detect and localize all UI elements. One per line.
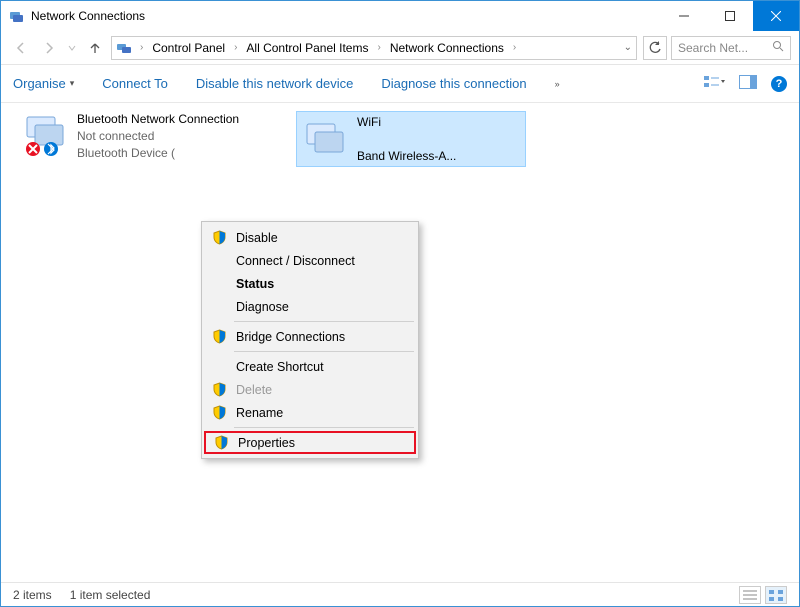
view-options-icon[interactable] xyxy=(703,74,725,93)
location-icon xyxy=(116,40,134,56)
connect-to-button[interactable]: Connect To xyxy=(102,76,168,91)
wifi-adapter-icon xyxy=(301,114,349,162)
back-button[interactable] xyxy=(9,36,33,60)
shield-icon xyxy=(210,381,228,399)
overflow-chevron-icon[interactable]: » xyxy=(555,79,560,89)
app-icon xyxy=(9,8,25,24)
refresh-button[interactable] xyxy=(643,36,667,60)
adapter-bluetooth[interactable]: Bluetooth Network Connection Not connect… xyxy=(21,111,261,162)
chevron-right-icon: › xyxy=(509,42,520,53)
adapter-name: Bluetooth Network Connection xyxy=(77,111,239,128)
ctx-rename[interactable]: Rename xyxy=(204,401,416,424)
search-placeholder: Search Net... xyxy=(678,41,768,55)
ctx-disable[interactable]: Disable xyxy=(204,226,416,249)
separator xyxy=(234,427,414,428)
adapter-status xyxy=(357,131,456,148)
adapter-wifi[interactable]: WiFi Band Wireless-A... xyxy=(296,111,526,167)
ctx-status[interactable]: Status xyxy=(204,272,416,295)
organise-menu[interactable]: Organise▾ xyxy=(13,76,74,91)
adapter-device: Band Wireless-A... xyxy=(357,148,456,164)
shield-icon xyxy=(210,404,228,422)
window-title: Network Connections xyxy=(31,9,661,23)
adapter-name: WiFi xyxy=(357,114,456,131)
up-button[interactable] xyxy=(83,36,107,60)
separator xyxy=(234,321,414,322)
close-button[interactable] xyxy=(753,1,799,31)
maximize-button[interactable] xyxy=(707,1,753,31)
search-icon xyxy=(772,40,784,55)
minimize-button[interactable] xyxy=(661,1,707,31)
history-dropdown-icon[interactable]: ⌄ xyxy=(624,42,632,53)
adapter-status: Not connected xyxy=(77,128,239,145)
bluetooth-adapter-icon xyxy=(21,111,69,159)
selection-count: 1 item selected xyxy=(70,588,151,602)
address-bar-row: › Control Panel › All Control Panel Item… xyxy=(1,31,799,65)
adapter-device: Bluetooth Device ( xyxy=(77,145,239,162)
command-bar: Organise▾ Connect To Disable this networ… xyxy=(1,65,799,103)
forward-button[interactable] xyxy=(37,36,61,60)
separator xyxy=(234,351,414,352)
content-area: Bluetooth Network Connection Not connect… xyxy=(1,103,799,588)
shield-icon xyxy=(210,229,228,247)
breadcrumb-item[interactable]: All Control Panel Items xyxy=(243,39,371,57)
breadcrumb-item[interactable]: Network Connections xyxy=(387,39,507,57)
item-count: 2 items xyxy=(13,588,52,602)
breadcrumb-item[interactable]: Control Panel xyxy=(149,39,228,57)
ctx-diagnose[interactable]: Diagnose xyxy=(204,295,416,318)
chevron-right-icon: › xyxy=(373,42,384,53)
ctx-create-shortcut[interactable]: Create Shortcut xyxy=(204,355,416,378)
shield-icon xyxy=(212,434,230,452)
chevron-right-icon: › xyxy=(230,42,241,53)
disable-device-button[interactable]: Disable this network device xyxy=(196,76,354,91)
status-bar: 2 items 1 item selected xyxy=(1,582,799,606)
ctx-delete: Delete xyxy=(204,378,416,401)
ctx-connect-disconnect[interactable]: Connect / Disconnect xyxy=(204,249,416,272)
ctx-properties[interactable]: Properties xyxy=(204,431,416,454)
shield-icon xyxy=(210,328,228,346)
breadcrumb[interactable]: › Control Panel › All Control Panel Item… xyxy=(111,36,637,60)
details-view-button[interactable] xyxy=(739,586,761,604)
search-input[interactable]: Search Net... xyxy=(671,36,791,60)
help-icon[interactable]: ? xyxy=(771,76,787,92)
preview-pane-icon[interactable] xyxy=(739,75,757,92)
context-menu: Disable Connect / Disconnect Status Diag… xyxy=(201,221,419,459)
chevron-right-icon: › xyxy=(136,42,147,53)
ctx-bridge[interactable]: Bridge Connections xyxy=(204,325,416,348)
large-icons-view-button[interactable] xyxy=(765,586,787,604)
title-bar: Network Connections xyxy=(1,1,799,31)
diagnose-button[interactable]: Diagnose this connection xyxy=(381,76,526,91)
recent-dropdown[interactable] xyxy=(65,36,79,60)
